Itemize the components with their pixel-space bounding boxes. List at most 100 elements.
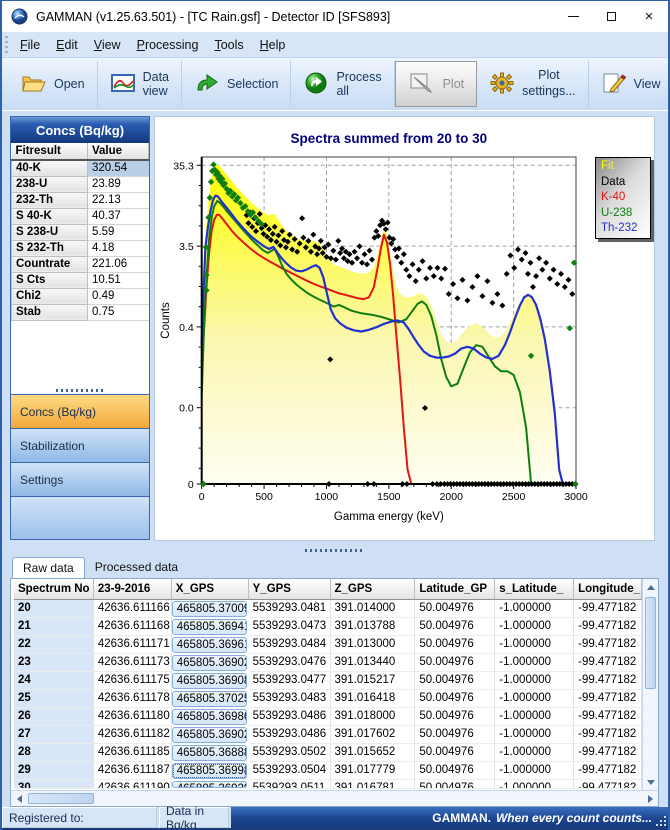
selection-button[interactable]: Selection (182, 61, 291, 107)
sidebar-item-concs-bq-kg[interactable]: Concs (Bq/kg) (11, 394, 149, 428)
cell-y-gps[interactable]: 5539293.0511 (249, 780, 331, 789)
cell-y-gps[interactable]: 5539293.0477 (249, 672, 331, 690)
tab-raw-data[interactable]: Raw data (12, 557, 85, 578)
cell-x-gps[interactable]: 465805.36961 (172, 637, 247, 653)
menu-tools[interactable]: Tools (206, 35, 251, 55)
column-header-y-gps[interactable]: Y_GPS (249, 579, 331, 600)
cell-spectrum-no[interactable]: 30 (14, 780, 94, 789)
cell-y-gps[interactable]: 5539293.0486 (249, 708, 331, 726)
cell-z-gps[interactable]: 391.015217 (331, 672, 416, 690)
cell-latitude-gp[interactable]: 50.004976 (415, 636, 495, 654)
fit-col-header[interactable]: Value (88, 143, 149, 160)
cell-spectrum-no[interactable]: 24 (14, 672, 94, 690)
fit-result-row[interactable]: S Cts10.51 (12, 272, 149, 288)
cell-z-gps[interactable]: 391.014000 (331, 600, 416, 618)
cell-z-gps[interactable]: 391.016781 (331, 780, 416, 789)
cell-latitude-gp[interactable]: 50.004976 (415, 762, 495, 780)
cell-latitude-gp[interactable]: 50.004976 (415, 654, 495, 672)
fit-result-row[interactable]: 238-U23.89 (12, 176, 149, 192)
menu-processing[interactable]: Processing (129, 35, 207, 55)
panel-splitter[interactable] (11, 386, 149, 394)
cell-latitude-gp[interactable]: 50.004976 (415, 600, 495, 618)
cell-s-latitude-[interactable]: -1.000000 (495, 618, 574, 636)
sidebar-item-stabilization[interactable]: Stabilization (11, 428, 149, 462)
cell-spectrum-no[interactable]: 27 (14, 726, 94, 744)
cell-longitude-[interactable]: -99.477182 (574, 726, 642, 744)
cell-y-gps[interactable]: 5539293.0483 (249, 690, 331, 708)
cell-latitude-gp[interactable]: 50.004976 (415, 744, 495, 762)
cell-longitude-[interactable]: -99.477182 (574, 672, 642, 690)
cell-latitude-gp[interactable]: 50.004976 (415, 780, 495, 789)
cell-y-gps[interactable]: 5539293.0481 (249, 600, 331, 618)
cell-spectrum-no[interactable]: 25 (14, 690, 94, 708)
cell-z-gps[interactable]: 391.013000 (331, 636, 416, 654)
scroll-up-button[interactable] (643, 579, 659, 595)
cell-x-gps[interactable]: 465805.36941 (172, 619, 247, 635)
cell-s-latitude-[interactable]: -1.000000 (495, 654, 574, 672)
fit-result-row[interactable]: Countrate221.06 (12, 256, 149, 272)
cell-s-latitude-[interactable]: -1.000000 (495, 636, 574, 654)
cell-23-9-2016[interactable]: 42636.611180 (94, 708, 172, 726)
cell-spectrum-no[interactable]: 20 (14, 600, 94, 618)
cell-s-latitude-[interactable]: -1.000000 (495, 762, 574, 780)
cell-x-gps[interactable]: 465805.37025 (172, 691, 247, 707)
cell-spectrum-no[interactable]: 21 (14, 618, 94, 636)
cell-x-gps[interactable]: 465805.36998 (172, 763, 247, 779)
cell-longitude-[interactable]: -99.477182 (574, 600, 642, 618)
cell-spectrum-no[interactable]: 23 (14, 654, 94, 672)
horizontal-scrollbar[interactable] (11, 790, 658, 806)
table-row[interactable]: 2542636.611178465805.370255539293.048339… (14, 690, 642, 708)
cell-23-9-2016[interactable]: 42636.611166 (94, 600, 172, 618)
table-row[interactable]: 2742636.611182465805.369025539293.048639… (14, 726, 642, 744)
scroll-down-button[interactable] (643, 774, 659, 790)
cell-23-9-2016[interactable]: 42636.611175 (94, 672, 172, 690)
scroll-right-button[interactable] (642, 791, 658, 807)
cell-x-gps[interactable]: 465805.36902 (172, 655, 247, 671)
cell-23-9-2016[interactable]: 42636.611187 (94, 762, 172, 780)
cell-longitude-[interactable]: -99.477182 (574, 762, 642, 780)
cell-23-9-2016[interactable]: 42636.611190 (94, 780, 172, 789)
fit-result-row[interactable]: Stab0.75 (12, 304, 149, 320)
cell-z-gps[interactable]: 391.013788 (331, 618, 416, 636)
cell-z-gps[interactable]: 391.018000 (331, 708, 416, 726)
vscroll-thumb[interactable] (645, 597, 656, 689)
resize-grip-icon[interactable] (656, 816, 666, 826)
maximize-button[interactable] (592, 1, 630, 32)
cell-z-gps[interactable]: 391.015652 (331, 744, 416, 762)
fit-result-row[interactable]: S 238-U5.59 (12, 224, 149, 240)
cell-y-gps[interactable]: 5539293.0476 (249, 654, 331, 672)
table-row[interactable]: 2342636.611173465805.369025539293.047639… (14, 654, 642, 672)
cell-y-gps[interactable]: 5539293.0473 (249, 618, 331, 636)
cell-longitude-[interactable]: -99.477182 (574, 636, 642, 654)
cell-y-gps[interactable]: 5539293.0486 (249, 726, 331, 744)
cell-z-gps[interactable]: 391.016418 (331, 690, 416, 708)
cell-longitude-[interactable]: -99.477182 (574, 618, 642, 636)
cell-longitude-[interactable]: -99.477182 (574, 654, 642, 672)
data-view-button[interactable]: Data view (98, 61, 182, 107)
cell-23-9-2016[interactable]: 42636.611182 (94, 726, 172, 744)
table-row[interactable]: 3042636.611190465805.369285539293.051139… (14, 780, 642, 789)
cell-latitude-gp[interactable]: 50.004976 (415, 618, 495, 636)
view-button[interactable]: View (589, 61, 670, 107)
cell-s-latitude-[interactable]: -1.000000 (495, 672, 574, 690)
vertical-scrollbar[interactable] (642, 579, 658, 790)
cell-23-9-2016[interactable]: 42636.611171 (94, 636, 172, 654)
cell-23-9-2016[interactable]: 42636.611185 (94, 744, 172, 762)
cell-y-gps[interactable]: 5539293.0502 (249, 744, 331, 762)
cell-spectrum-no[interactable]: 22 (14, 636, 94, 654)
cell-23-9-2016[interactable]: 42636.611178 (94, 690, 172, 708)
cell-s-latitude-[interactable]: -1.000000 (495, 708, 574, 726)
main-splitter[interactable] (2, 546, 668, 554)
open-button[interactable]: Open (9, 61, 98, 107)
table-row[interactable]: 2242636.611171465805.369615539293.048439… (14, 636, 642, 654)
cell-y-gps[interactable]: 5539293.0484 (249, 636, 331, 654)
cell-x-gps[interactable]: 465805.37009 (172, 601, 247, 617)
fit-result-row[interactable]: 232-Th22.13 (12, 192, 149, 208)
cell-z-gps[interactable]: 391.017779 (331, 762, 416, 780)
cell-x-gps[interactable]: 465805.36902 (172, 727, 247, 743)
cell-x-gps[interactable]: 465805.36986 (172, 709, 247, 725)
fit-result-row[interactable]: 40-K320.54 (12, 160, 149, 176)
menu-file[interactable]: File (12, 35, 48, 55)
table-row[interactable]: 2142636.611168465805.369415539293.047339… (14, 618, 642, 636)
tab-processed-data[interactable]: Processed data (85, 557, 188, 578)
